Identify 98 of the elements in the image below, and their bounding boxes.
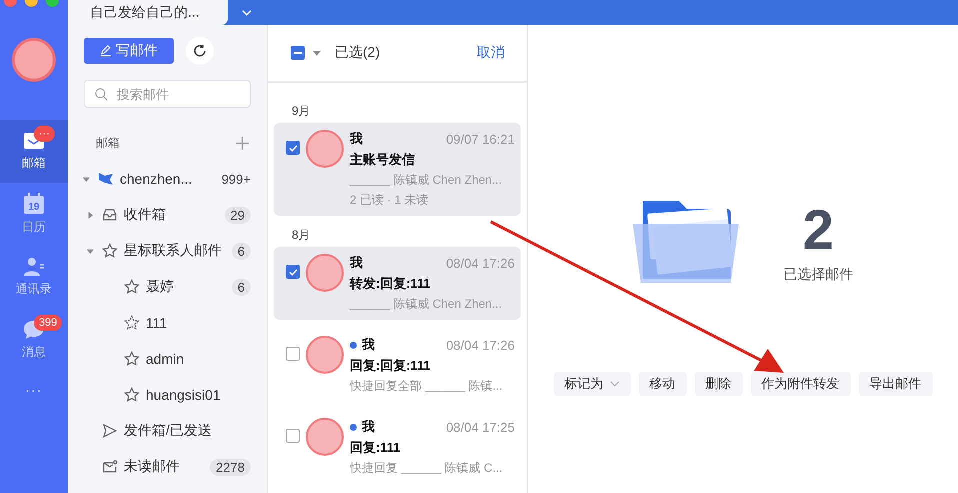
checkmark-icon bbox=[288, 144, 298, 152]
checkbox[interactable] bbox=[286, 141, 300, 155]
mail-preview: ______ 陈镇威 Chen Zhen... bbox=[350, 172, 504, 189]
folder-name: 未读邮件 bbox=[124, 458, 181, 476]
folder-count: 6 bbox=[232, 278, 251, 296]
selection-count: 已选(2) bbox=[335, 44, 382, 62]
calendar-icon: 19 bbox=[23, 193, 45, 215]
folder-item[interactable]: 未读邮件 2278 bbox=[84, 449, 251, 485]
plus-icon[interactable] bbox=[236, 136, 249, 150]
avatar bbox=[306, 130, 344, 168]
mail-time: 08/04 17:25 bbox=[446, 420, 515, 434]
mail-preview: ______ 陈镇威 Chen Zhen... bbox=[350, 296, 504, 313]
flag-icon bbox=[98, 172, 114, 186]
checkbox[interactable] bbox=[286, 265, 300, 279]
folder-name: 111 bbox=[146, 315, 168, 331]
tab[interactable]: 自己发给自己的... bbox=[68, 0, 228, 25]
checkbox[interactable] bbox=[286, 429, 300, 443]
avatar[interactable] bbox=[12, 38, 56, 82]
section-label: 邮箱 bbox=[96, 134, 120, 152]
mail-item[interactable]: 我 08/04 17:26 转发:回复:111 ______ 陈镇威 Chen Zhen... bbox=[274, 247, 521, 320]
star-icon bbox=[124, 279, 140, 295]
checkmark-icon bbox=[288, 268, 298, 276]
action-button[interactable]: 导出邮件 bbox=[858, 372, 932, 396]
refresh-icon bbox=[193, 44, 207, 58]
sender: 我 bbox=[350, 130, 364, 148]
search-icon bbox=[95, 88, 108, 101]
cancel-button[interactable]: 取消 bbox=[477, 44, 505, 62]
mail-item[interactable]: 我 08/04 17:25 回复:111 快捷回复 ______ 陈镇威 C... bbox=[274, 411, 521, 484]
caret-icon bbox=[86, 212, 94, 218]
notification-badge: 399 bbox=[34, 315, 62, 331]
account-name: chenzhen... bbox=[120, 171, 194, 187]
action-button[interactable]: 移动 bbox=[638, 372, 686, 396]
sender: 我 bbox=[362, 336, 376, 354]
star-icon bbox=[124, 315, 140, 331]
notification-badge: ··· bbox=[34, 126, 55, 142]
avatar bbox=[306, 418, 344, 456]
envelope-icon bbox=[102, 459, 118, 475]
select-all-checkbox[interactable] bbox=[291, 46, 305, 60]
avatar bbox=[306, 336, 344, 374]
mail-time: 08/04 17:26 bbox=[446, 256, 515, 270]
folder-count: 2278 bbox=[210, 458, 251, 476]
mail-time: 08/04 17:26 bbox=[446, 338, 515, 352]
send-icon bbox=[102, 423, 118, 439]
mail-preview: 快捷回复 ______ 陈镇威 C... bbox=[350, 460, 504, 477]
mail-preview: 快捷回复全部 ______ 陈镇... bbox=[350, 378, 504, 395]
mail-subject: 主账号发信 bbox=[350, 151, 416, 169]
star-icon bbox=[124, 387, 140, 403]
folder-name: 聂婷 bbox=[146, 278, 175, 296]
folder-item[interactable]: 111 bbox=[84, 305, 251, 341]
person-icon bbox=[23, 257, 45, 277]
month-heading: 8月 bbox=[291, 226, 312, 244]
folder-name: huangsisi01 bbox=[146, 387, 222, 403]
pencil-icon bbox=[100, 45, 112, 57]
caret-icon[interactable] bbox=[313, 50, 321, 56]
folder-item[interactable]: 聂婷 6 bbox=[84, 269, 251, 305]
folder-count: 6 bbox=[232, 242, 251, 260]
selected-count: 2 bbox=[802, 200, 834, 260]
account-item[interactable]: chenzhen... 999+ bbox=[80, 161, 251, 197]
mail-time: 09/07 16:21 bbox=[446, 132, 515, 146]
sender: 我 bbox=[350, 254, 364, 272]
mail-item[interactable]: 我 09/07 16:21 主账号发信 ______ 陈镇威 Chen Zhen... 2 已读 · 1 未读 bbox=[274, 123, 521, 216]
minus-icon bbox=[294, 52, 302, 54]
star-icon bbox=[102, 243, 118, 259]
folder-name: 收件箱 bbox=[124, 206, 167, 224]
folder-name: 发件箱/已发送 bbox=[124, 422, 213, 440]
read-status: 2 已读 · 1 未读 bbox=[350, 192, 430, 209]
folder-item[interactable]: huangsisi01 bbox=[84, 377, 251, 413]
action-button[interactable]: 标记为 bbox=[554, 372, 630, 396]
folder-item[interactable]: 星标联系人邮件 6 bbox=[84, 233, 251, 269]
compose-button[interactable]: 写邮件 bbox=[84, 38, 174, 64]
avatar bbox=[306, 254, 344, 292]
action-button[interactable]: 删除 bbox=[694, 372, 742, 396]
month-heading: 9月 bbox=[291, 102, 312, 120]
caret-icon bbox=[86, 248, 94, 254]
rail-item[interactable]: 邮箱 ··· bbox=[0, 120, 68, 183]
more-button[interactable]: ··· bbox=[26, 382, 42, 398]
mail-item[interactable]: 我 08/04 17:26 回复:回复:111 快捷回复全部 ______ 陈镇... bbox=[274, 329, 521, 402]
folder-count: 29 bbox=[224, 206, 251, 224]
folder-name: admin bbox=[146, 351, 186, 367]
inbox-icon bbox=[102, 207, 118, 223]
folder-name: 星标联系人邮件 bbox=[124, 242, 223, 260]
folder-item[interactable]: admin bbox=[84, 341, 251, 377]
checkbox[interactable] bbox=[286, 347, 300, 361]
star-icon bbox=[124, 351, 140, 367]
refresh-button[interactable] bbox=[186, 37, 214, 65]
search-field[interactable]: 搜索邮件 bbox=[84, 80, 251, 108]
sender: 我 bbox=[362, 418, 376, 436]
mail-subject: 回复:111 bbox=[350, 439, 402, 457]
folder-item[interactable]: 收件箱 29 bbox=[84, 197, 251, 233]
action-button[interactable]: 作为附件转发 bbox=[750, 372, 850, 396]
account-count: 999+ bbox=[222, 172, 251, 186]
folder-item[interactable]: 发件箱/已发送 bbox=[84, 413, 251, 449]
caret-icon bbox=[82, 176, 90, 182]
mail-subject: 转发:回复:111 bbox=[350, 275, 432, 293]
chevron-down-icon[interactable] bbox=[242, 10, 252, 16]
selected-label: 已选择邮件 bbox=[784, 266, 854, 284]
mail-subject: 回复:回复:111 bbox=[350, 357, 432, 375]
rail-item[interactable]: 消息 399 bbox=[0, 309, 68, 372]
